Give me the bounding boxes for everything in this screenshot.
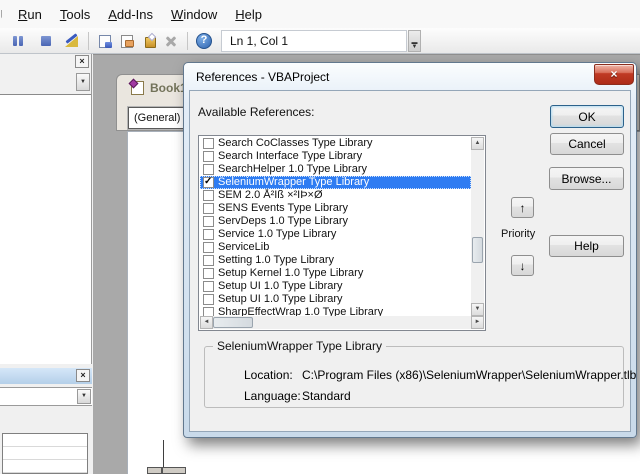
reference-checkbox[interactable]: ✓: [203, 203, 214, 214]
help-button[interactable]: Help: [549, 235, 624, 257]
toolbar-separator: [88, 31, 89, 50]
project-explorer-header[interactable]: ×: [0, 54, 91, 70]
references-dialog: References - VBAProject × Available Refe…: [183, 62, 637, 438]
reference-item[interactable]: ✓SharpEffectWrap 1.0 Type Library: [200, 306, 471, 316]
menu-item-clipped[interactable]: g: [1, 5, 9, 23]
references-listbox[interactable]: ✓Search CoClasses Type Library ✓Search I…: [198, 135, 486, 331]
split-handle[interactable]: [147, 467, 162, 474]
reference-checkbox[interactable]: ✓: [203, 229, 214, 240]
reference-checkbox[interactable]: ✓: [203, 294, 214, 305]
reference-checkbox[interactable]: ✓: [203, 216, 214, 227]
scroll-left-icon[interactable]: ◄: [200, 316, 213, 329]
properties-panel: × ▼: [0, 368, 92, 474]
properties-grid[interactable]: [2, 433, 88, 474]
design-mode-icon[interactable]: [64, 33, 80, 49]
properties-grid-row: [3, 434, 87, 447]
reference-item[interactable]: ✓SENS Events Type Library: [200, 202, 471, 215]
menu-bar: g Run Tools Add-Ins Window Help: [0, 0, 640, 28]
reference-item[interactable]: ✓Service 1.0 Type Library: [200, 228, 471, 241]
reference-item[interactable]: ✓Search Interface Type Library: [200, 150, 471, 163]
language-label: Language:: [244, 389, 301, 403]
browse-button[interactable]: Browse...: [549, 167, 624, 190]
horizontal-scrollbar-thumb[interactable]: [213, 317, 253, 328]
vba-editor-window: g Run Tools Add-Ins Window Help ? Ln 1, …: [0, 0, 640, 474]
menu-item-tools[interactable]: Tools: [51, 3, 99, 26]
cancel-button[interactable]: Cancel: [550, 133, 624, 155]
reference-item[interactable]: ✓Setup Kernel 1.0 Type Library: [200, 267, 471, 280]
priority-label: Priority: [501, 228, 536, 240]
scroll-up-icon[interactable]: ▲: [471, 137, 484, 150]
stop-icon[interactable]: [38, 33, 54, 49]
chevron-down-icon[interactable]: ▼: [76, 73, 90, 91]
chevron-down-icon[interactable]: ▼: [77, 389, 91, 404]
cursor-position-status: Ln 1, Col 1: [221, 29, 407, 52]
priority-up-button[interactable]: ↑: [511, 197, 534, 218]
menu-item-run[interactable]: Run: [9, 3, 51, 26]
object-browser-icon[interactable]: [141, 33, 157, 49]
reference-item[interactable]: ✓Setup UI 1.0 Type Library: [200, 280, 471, 293]
scrollbar-left-stub[interactable]: [162, 467, 186, 474]
properties-window-icon[interactable]: [119, 33, 135, 49]
properties-grid-row: [3, 460, 87, 473]
reference-checkbox[interactable]: ✓: [203, 255, 214, 266]
properties-grid-row: [3, 447, 87, 460]
priority-down-button[interactable]: ↓: [511, 255, 534, 276]
reference-checkbox[interactable]: ✓: [203, 151, 214, 162]
vertical-scrollbar[interactable]: ▲ ▼: [471, 137, 484, 316]
pause-icon[interactable]: [10, 33, 26, 49]
workbook-icon: [131, 81, 144, 95]
vertical-scrollbar-thumb[interactable]: [472, 237, 483, 263]
menu-item-help[interactable]: Help: [226, 3, 271, 26]
reference-checkbox[interactable]: ✓: [203, 307, 214, 316]
reference-item[interactable]: ✓SEM 2.0 Å²Iß ×²IÞ×Ø: [200, 189, 471, 202]
reference-item[interactable]: ✓ServiceLib: [200, 241, 471, 254]
selected-reference-info-group: SeleniumWrapper Type Library Location: C…: [204, 339, 636, 408]
reference-item[interactable]: ✓Search CoClasses Type Library: [200, 137, 471, 150]
close-icon[interactable]: ×: [76, 369, 90, 382]
menu-item-window[interactable]: Window: [162, 3, 226, 26]
toolbar-options-dropdown-icon[interactable]: ▬ ▼: [408, 29, 421, 52]
reference-item[interactable]: ✓SearchHelper 1.0 Type Library: [200, 163, 471, 176]
reference-checkbox[interactable]: ✓: [203, 164, 214, 175]
reference-info-title: SeleniumWrapper Type Library: [213, 339, 386, 353]
reference-checkbox[interactable]: ✓: [203, 176, 214, 188]
scroll-down-icon[interactable]: ▼: [471, 303, 484, 316]
close-icon[interactable]: ×: [75, 55, 89, 68]
project-explorer-toolbar: ▼: [0, 70, 91, 95]
dialog-body: Available References: ✓Search CoClasses …: [189, 90, 636, 432]
toolbox-icon[interactable]: [163, 33, 179, 49]
menu-item-addins[interactable]: Add-Ins: [99, 3, 162, 26]
reference-item[interactable]: ✓Setup UI 1.0 Type Library: [200, 293, 471, 306]
standard-toolbar: ? Ln 1, Col 1 ▬ ▼: [0, 28, 640, 54]
properties-object-combobox[interactable]: ▼: [0, 387, 92, 406]
properties-header[interactable]: ×: [0, 368, 92, 384]
scroll-right-icon[interactable]: ►: [471, 316, 484, 329]
reference-item-selected[interactable]: ✓ SeleniumWrapper Type Library: [200, 176, 471, 189]
location-label: Location:: [244, 368, 293, 382]
toolbar-separator: [187, 31, 188, 50]
code-window-title: Book1: [150, 81, 187, 95]
language-value: Standard: [302, 389, 351, 403]
horizontal-scrollbar[interactable]: ◄ ►: [200, 316, 484, 329]
help-icon[interactable]: ?: [196, 32, 212, 49]
location-value: C:\Program Files (x86)\SeleniumWrapper\S…: [302, 368, 637, 382]
reference-item[interactable]: ✓ServDeps 1.0 Type Library: [200, 215, 471, 228]
project-explorer-panel: × ▼: [0, 54, 92, 364]
project-explorer-icon[interactable]: [97, 33, 113, 49]
available-references-label: Available References:: [198, 105, 315, 119]
ok-button[interactable]: OK: [550, 105, 624, 128]
reference-item[interactable]: ✓Setting 1.0 Type Library: [200, 254, 471, 267]
reference-checkbox[interactable]: ✓: [203, 138, 214, 149]
references-list: ✓Search CoClasses Type Library ✓Search I…: [200, 137, 471, 316]
reference-checkbox[interactable]: ✓: [203, 281, 214, 292]
reference-checkbox[interactable]: ✓: [203, 268, 214, 279]
dialog-title: References - VBAProject: [196, 70, 330, 84]
reference-checkbox[interactable]: ✓: [203, 190, 214, 201]
close-icon[interactable]: ×: [594, 64, 634, 85]
reference-checkbox[interactable]: ✓: [203, 242, 214, 253]
